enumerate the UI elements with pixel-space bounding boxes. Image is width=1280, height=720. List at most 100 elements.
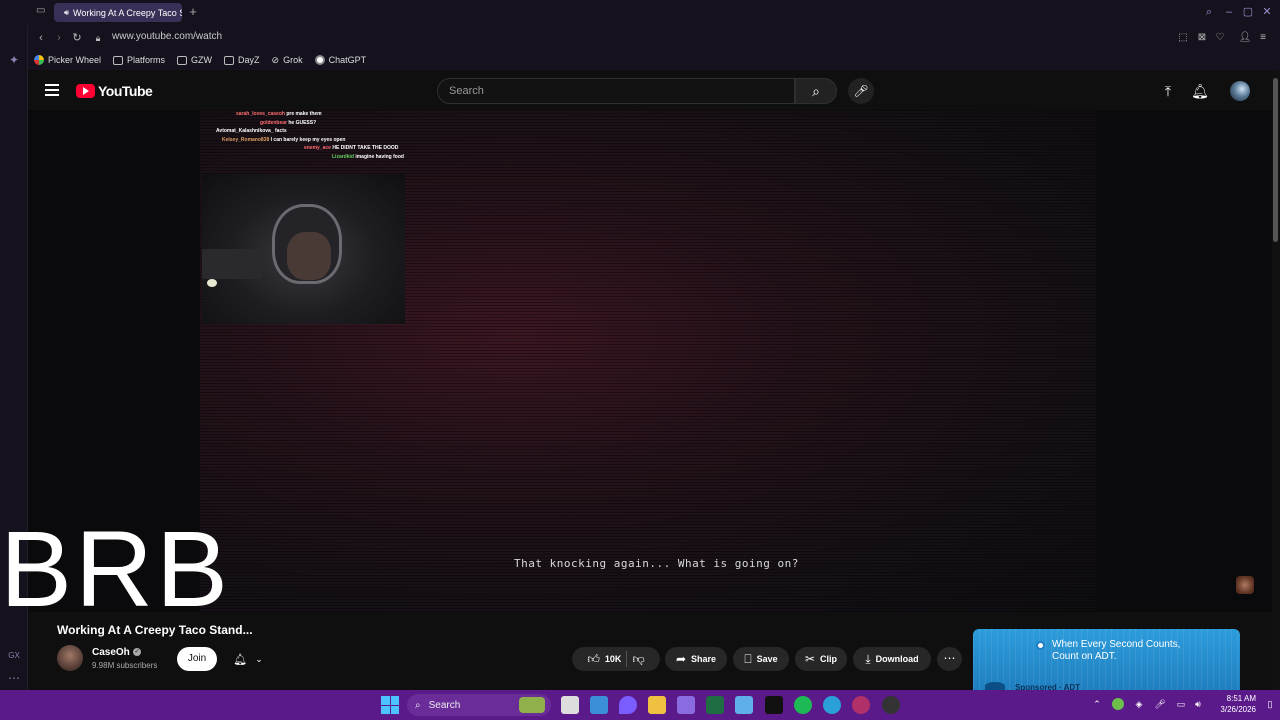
more-actions-icon[interactable]: ⋯	[937, 647, 962, 671]
store-icon[interactable]	[590, 696, 608, 714]
edge-icon[interactable]	[823, 696, 841, 714]
dislike-icon[interactable]: 👎︎	[632, 652, 644, 667]
app-drop-icon[interactable]	[619, 696, 637, 714]
account-icon[interactable]: 👤︎	[1238, 31, 1252, 45]
network-icon[interactable]: ▭	[1175, 698, 1187, 710]
forward-icon[interactable]: ›	[52, 31, 66, 45]
clock-date: 3/26/2026	[1220, 705, 1256, 714]
webcam-overlay	[202, 174, 405, 324]
scrollbar-thumb[interactable]	[1273, 78, 1278, 242]
opera-gx-icon[interactable]	[852, 696, 870, 714]
subscription-bell-button[interactable]: 🔔︎ ⌄	[226, 647, 270, 671]
notifications-bell-icon[interactable]: 🔔︎	[1191, 82, 1209, 100]
youtube-logo[interactable]: YouTube	[76, 83, 153, 99]
menu-icon[interactable]: ≡	[1256, 31, 1270, 45]
bookmark-dayz[interactable]: DayZ	[224, 55, 260, 65]
bookmark-gzw[interactable]: GZW	[177, 55, 212, 65]
game-subtitle: That knocking again... What is going on?	[514, 557, 799, 570]
channel-name[interactable]: CaseOh	[92, 647, 130, 658]
channel-watermark-icon[interactable]	[1236, 576, 1254, 594]
bookmark-label: Platforms	[127, 55, 166, 65]
tray-security-icon[interactable]: ◈	[1133, 698, 1145, 710]
bookmark-chatgpt[interactable]: ChatGPT	[314, 55, 367, 65]
search-icon: ⌕	[415, 699, 421, 711]
join-button[interactable]: Join	[177, 647, 217, 671]
windows-taskbar	[0, 690, 1280, 720]
bookmark-grok[interactable]: ⊘ Grok	[272, 55, 303, 66]
taskbar-search-label: Search	[428, 699, 461, 711]
reload-icon[interactable]: ↻	[70, 31, 84, 45]
minimize-icon[interactable]: –	[1222, 5, 1236, 19]
tray-chevron-icon[interactable]: ⌃	[1091, 698, 1103, 710]
share-button[interactable]: ➦ Share	[665, 647, 727, 671]
chat-line: sarah_loves_caseoh pre make them	[236, 111, 322, 117]
download-button[interactable]: ⤓ Download	[853, 647, 931, 671]
file-explorer-icon[interactable]	[648, 696, 666, 714]
bookmark-picker-wheel[interactable]: Picker Wheel	[34, 55, 101, 65]
windows-start-icon[interactable]	[381, 696, 399, 714]
heart-icon[interactable]: ♡	[1213, 31, 1227, 45]
bookmark-label: ChatGPT	[328, 55, 367, 65]
clip-button[interactable]: ✂ Clip	[795, 647, 847, 671]
stream-chat-overlay: sarah_loves_caseoh pre make them goldenb…	[208, 110, 438, 172]
notification-center-icon[interactable]: ▯	[1264, 698, 1276, 710]
upload-icon[interactable]: ⤒	[1159, 82, 1177, 100]
obs-icon[interactable]	[882, 696, 900, 714]
search-tabs-icon[interactable]: ⌕	[1202, 5, 1216, 19]
share-label: Share	[691, 654, 717, 664]
app-grid-icon[interactable]	[677, 696, 695, 714]
folder-icon	[177, 55, 188, 65]
notepad-icon[interactable]	[735, 696, 753, 714]
tab-manager-icon[interactable]: ▭	[36, 5, 48, 17]
close-icon[interactable]: ✕	[1260, 5, 1274, 19]
tray-app-icon[interactable]	[1112, 698, 1124, 710]
subscriber-count: 9.98M subscribers	[92, 661, 158, 670]
bookmarks-bar: Picker Wheel Platforms GZW DayZ ⊘ Grok C…	[28, 50, 1280, 70]
like-icon[interactable]: 👍︎	[587, 652, 600, 667]
rail-ai-icon[interactable]: ✦	[6, 52, 22, 68]
video-title: Working At A Creepy Taco Stand...	[57, 623, 253, 637]
gx-label[interactable]: GX	[6, 648, 22, 664]
channel-avatar[interactable]	[57, 645, 83, 671]
search-highlight-icon	[519, 697, 545, 713]
lock-icon[interactable]: 🔒︎	[91, 31, 105, 45]
like-count[interactable]: 10K	[605, 654, 622, 664]
url-field[interactable]: www.youtube.com/watch	[112, 31, 222, 42]
ad-headline[interactable]: When Every Second Counts, Count on ADT.	[1052, 639, 1202, 663]
bookmark-platforms[interactable]: Platforms	[113, 55, 165, 65]
ad-avatar	[985, 682, 1005, 690]
taskbar-search-input[interactable]: ⌕ Search	[407, 694, 551, 716]
tab-active[interactable]: 🔊︎ Working At A Creepy Taco Stand	[54, 3, 182, 22]
verified-check-icon: ✓	[133, 648, 141, 656]
spotify-icon[interactable]	[794, 696, 812, 714]
search-icon[interactable]: ⌕	[795, 78, 837, 104]
clock-time: 8:51 AM	[1226, 694, 1256, 703]
youtube-play-icon	[76, 84, 95, 98]
chatgpt-icon	[314, 55, 325, 65]
speaker-icon[interactable]: 🔊︎	[64, 8, 69, 18]
volume-icon[interactable]: 🔊︎	[1192, 698, 1204, 710]
bookmark-label: GZW	[191, 55, 213, 65]
hamburger-menu-icon[interactable]	[45, 84, 59, 96]
search-input[interactable]: Search	[437, 78, 795, 104]
chat-line: goldenbear he GUESS?	[260, 119, 317, 126]
bell-icon: 🔔︎	[233, 653, 248, 666]
capcut-icon[interactable]	[765, 696, 783, 714]
adblock-icon[interactable]: ⊠	[1195, 31, 1209, 45]
snapshot-icon[interactable]: ⬚	[1176, 31, 1190, 45]
chat-line: Avtomat_Kalashnikova_ facts	[216, 128, 287, 134]
rail-more-icon[interactable]: ⋯	[6, 670, 22, 686]
excel-icon[interactable]	[706, 696, 724, 714]
maximize-icon[interactable]: ▢	[1241, 5, 1255, 19]
save-label: Save	[756, 654, 778, 664]
tray-mic-icon[interactable]: 🎤︎	[1154, 698, 1166, 710]
back-icon[interactable]: ‹	[34, 31, 48, 45]
microphone-icon[interactable]: 🎤︎	[848, 78, 874, 104]
avatar[interactable]	[1230, 81, 1250, 101]
folder-icon	[224, 55, 235, 65]
new-tab-button[interactable]: +	[186, 5, 200, 19]
taskbar-clock[interactable]: 8:51 AM 3/26/2026	[1208, 693, 1256, 715]
bookmark-label: DayZ	[238, 55, 260, 65]
task-view-icon[interactable]	[561, 696, 579, 714]
save-button[interactable]: ⎕ Save	[733, 647, 789, 671]
